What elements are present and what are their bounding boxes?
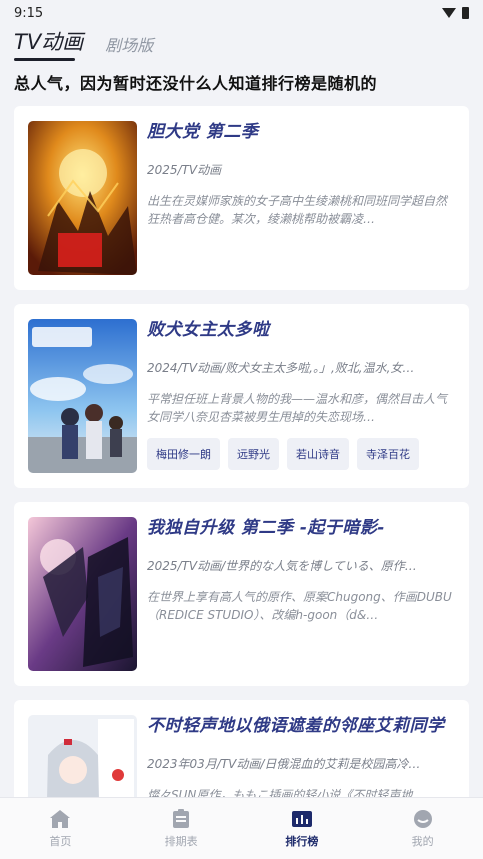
- nav-schedule[interactable]: 排期表: [121, 798, 242, 859]
- anime-description: 出生在灵媒师家族的女子高中生绫濑桃和同班同学超自然狂热者高仓健。某次，绫濑桃帮助…: [147, 194, 448, 226]
- voice-actor-chips: 梅田修一朗 远野光 若山诗音 寺泽百花: [147, 438, 456, 470]
- anime-title: 败犬女主太多啦: [147, 320, 270, 340]
- voice-actor-chip[interactable]: 寺泽百花: [357, 438, 419, 470]
- status-bar: 9:15: [0, 0, 483, 26]
- status-time: 9:15: [14, 5, 44, 21]
- nav-label: 排行榜: [285, 834, 319, 848]
- battery-icon: [462, 7, 469, 19]
- anime-meta: 2024/TV动画/败犬女主太多啦,。」,败北,温水,女…: [147, 361, 415, 375]
- cover-image: [28, 517, 137, 671]
- home-icon: [50, 809, 71, 828]
- nav-label: 首页: [49, 834, 72, 848]
- anime-card[interactable]: 我独自升级 第二季 -起于暗影- 2025/TV动画/世界的な人気を博している、…: [14, 502, 469, 686]
- anime-meta: 2023年03月/TV动画/日俄混血的艾莉是校园高冷…: [147, 757, 421, 771]
- nav-profile[interactable]: 我的: [362, 798, 483, 859]
- anime-title: 不时轻声地以俄语遮羞的邻座艾莉同学: [147, 716, 445, 736]
- anime-title: 胆大党 第二季: [147, 122, 259, 142]
- anime-meta: 2025/TV动画/世界的な人気を博している、原作…: [147, 559, 417, 573]
- anime-meta: 2025/TV动画: [147, 163, 222, 177]
- anime-card[interactable]: 败犬女主太多啦 2024/TV动画/败犬女主太多啦,。」,败北,温水,女… 平常…: [14, 304, 469, 488]
- anime-title: 我独自升级 第二季 -起于暗影-: [147, 518, 385, 538]
- bottom-navigation: 首页 排期表 排行榜 我的: [0, 797, 483, 859]
- nav-ranking[interactable]: 排行榜: [242, 798, 363, 859]
- schedule-icon: [173, 808, 190, 828]
- cover-image: [28, 121, 137, 275]
- voice-actor-chip[interactable]: 远野光: [228, 438, 279, 470]
- nav-label: 我的: [411, 834, 434, 848]
- status-icons: [442, 7, 469, 19]
- nav-label: 排期表: [164, 834, 198, 848]
- tab-movie[interactable]: 剧场版: [105, 32, 153, 60]
- anime-description: 平常担任班上背景人物的我——温水和彦，偶然目击人气女同学八奈见杏菜被男生甩掉的失…: [147, 392, 448, 424]
- cover-image: [28, 319, 137, 473]
- tab-tv-anime[interactable]: TV动画: [14, 26, 83, 61]
- profile-icon: [413, 809, 432, 828]
- ranking-icon: [291, 810, 312, 827]
- ranking-subtitle: 总人气，因为暂时还没什么人知道排行榜是随机的: [14, 74, 378, 93]
- wifi-icon: [442, 8, 456, 18]
- voice-actor-chip[interactable]: 梅田修一朗: [147, 438, 220, 470]
- anime-card[interactable]: 胆大党 第二季 2025/TV动画 出生在灵媒师家族的女子高中生绫濑桃和同班同学…: [14, 106, 469, 290]
- nav-home[interactable]: 首页: [0, 798, 121, 859]
- category-tabs: TV动画 剧场版: [0, 26, 483, 61]
- voice-actor-chip[interactable]: 若山诗音: [287, 438, 349, 470]
- anime-list: 胆大党 第二季 2025/TV动画 出生在灵媒师家族的女子高中生绫濑桃和同班同学…: [14, 106, 469, 859]
- anime-description: 在世界上享有高人气的原作、原案Chugong、作画DUBU（REDICE STU…: [147, 590, 452, 622]
